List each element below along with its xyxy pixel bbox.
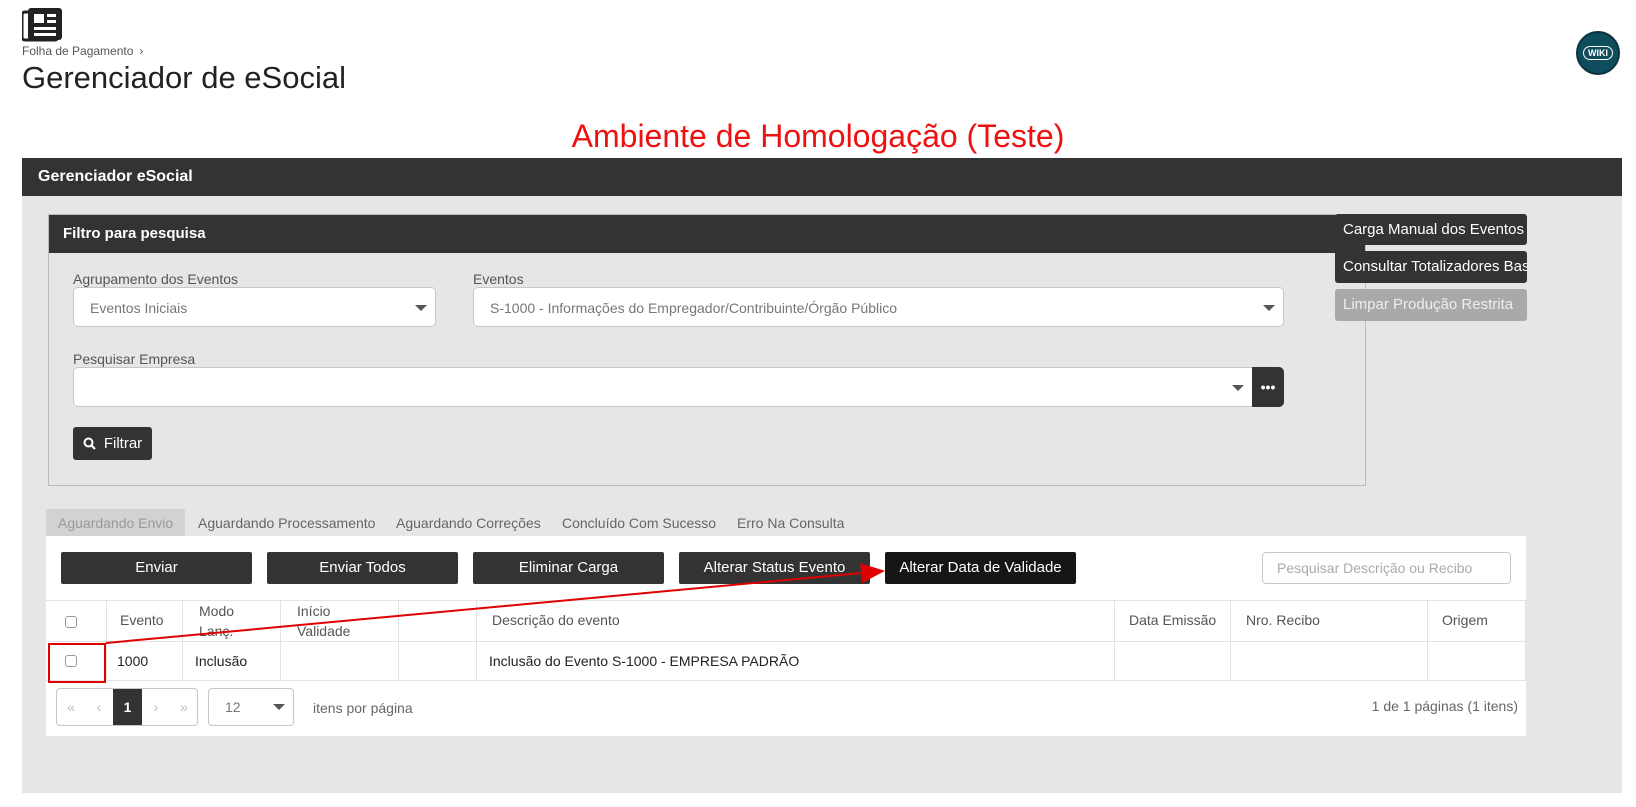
annotation-arrow [105,563,885,644]
